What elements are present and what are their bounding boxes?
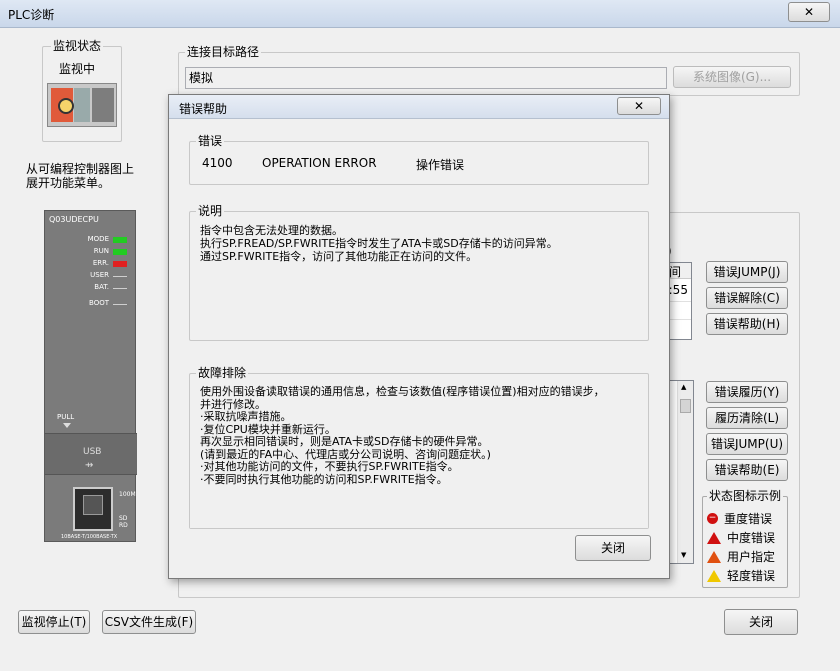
moderate-error-icon xyxy=(707,531,721,544)
led-panel: MODE RUN ERR. USER BAT. BOOT xyxy=(49,235,133,315)
monitor-stop-button[interactable]: 监视停止(T) xyxy=(18,610,90,634)
usb-label: USB xyxy=(83,447,102,457)
connection-path-title: 连接目标路径 xyxy=(185,45,262,59)
legend-item-label: 轻度错误 xyxy=(727,569,776,583)
error-history-button[interactable]: 错误履历(Y) xyxy=(706,381,788,403)
port-bottom-label: 10BASE-T/100BASE-TX xyxy=(61,534,118,540)
connection-path-field: 模拟 xyxy=(185,67,667,89)
error-name: OPERATION ERROR xyxy=(262,156,377,170)
minor-error-icon xyxy=(707,569,721,582)
error-clear-button[interactable]: 错误解除(C) xyxy=(706,287,788,309)
user-specified-icon xyxy=(707,550,721,563)
status-icon-legend: 状态图标示例 − 重度错误中度错误用户指定轻度错误 xyxy=(702,489,788,588)
led-row: RUN xyxy=(49,247,133,257)
window-title: PLC诊断 xyxy=(8,8,55,22)
error-group-title: 错误 xyxy=(196,134,225,148)
description-title: 说明 xyxy=(196,204,225,218)
monitor-status-title: 监视状态 xyxy=(51,39,104,53)
plc-cpu-module[interactable]: Q03UDECPU MODE RUN ERR. USER BAT. BOOT PULL U… xyxy=(44,210,137,542)
dialog-title-bar: 错误帮助 ✕ xyxy=(169,95,669,119)
connection-path-group: 连接目标路径 模拟 系统图像(G)... xyxy=(178,45,800,96)
led-indicator xyxy=(113,249,127,255)
led-row: ERR. xyxy=(49,259,133,269)
magnifier-icon xyxy=(58,98,74,114)
troubleshooting-text: 使用外围设备读取错误的通用信息，检查与该数值(程序错误位置)相对应的错误步， 并进… xyxy=(200,385,644,486)
led-row: BOOT xyxy=(49,299,133,309)
legend-item-label: 重度错误 xyxy=(724,512,773,526)
port-right-bottom-label: SD RD xyxy=(119,515,128,529)
history-scrollbar[interactable]: ▲ ▼ xyxy=(677,381,693,563)
dialog-title: 错误帮助 xyxy=(179,102,228,116)
title-bar: PLC诊断 ✕ xyxy=(0,0,840,28)
troubleshooting-line: ·对其他功能访问的文件，不要执行SP.FWRITE指令。 xyxy=(200,460,459,473)
monitor-status-text: 监视中 xyxy=(59,62,96,76)
led-label: USER xyxy=(90,271,109,279)
major-error-icon: − xyxy=(707,513,718,524)
main-close-button[interactable]: 关闭 xyxy=(724,609,798,635)
legend-item-label: 中度错误 xyxy=(727,531,776,545)
scroll-down-icon[interactable]: ▼ xyxy=(681,551,686,559)
led-label: MODE xyxy=(87,235,109,243)
description-text: 指令中包含无法处理的数据。 执行SP.FREAD/SP.FWRITE指令时发生了A… xyxy=(200,224,640,263)
system-image-button[interactable]: 系统图像(G)... xyxy=(673,66,791,88)
description-line: 执行SP.FREAD/SP.FWRITE指令时发生了ATA卡或SD存储卡的访问异… xyxy=(200,237,558,250)
window-close-button[interactable]: ✕ xyxy=(788,2,830,22)
led-indicator xyxy=(113,288,127,289)
plc-model-label: Q03UDECPU xyxy=(49,215,99,224)
dialog-close-x-button[interactable]: ✕ xyxy=(617,97,661,115)
monitor-status-icon[interactable] xyxy=(47,83,117,127)
error-help-history-button[interactable]: 错误帮助(E) xyxy=(706,459,788,481)
led-label: ERR. xyxy=(92,259,109,267)
dialog-close-button[interactable]: 关闭 xyxy=(575,535,651,561)
led-row: BAT. xyxy=(49,283,133,293)
error-name-cn: 操作错误 xyxy=(416,158,465,172)
history-clear-button[interactable]: 履历清除(L) xyxy=(706,407,788,429)
led-label: BAT. xyxy=(94,283,109,291)
troubleshooting-text-box: 使用外围设备读取错误的通用信息，检查与该数值(程序错误位置)相对应的错误步， 并进… xyxy=(190,385,648,528)
led-indicator xyxy=(113,276,127,277)
port-right-top-label: 100M xyxy=(119,491,136,498)
legend-item: − 重度错误 xyxy=(707,509,787,528)
led-indicator xyxy=(113,261,127,267)
description-line: 指令中包含无法处理的数据。 xyxy=(200,224,343,237)
ethernet-port xyxy=(73,487,113,531)
legend-title: 状态图标示例 xyxy=(707,489,784,503)
error-jump-history-button[interactable]: 错误JUMP(U) xyxy=(706,433,788,455)
led-indicator xyxy=(113,237,127,243)
led-indicator xyxy=(113,304,127,305)
legend-item-label: 用户指定 xyxy=(727,550,776,564)
led-label: BOOT xyxy=(89,299,109,307)
troubleshooting-line: ·采取抗噪声措施。 xyxy=(200,410,292,423)
scroll-up-icon[interactable]: ▲ xyxy=(681,383,686,391)
led-label: RUN xyxy=(93,247,109,255)
legend-item: 中度错误 xyxy=(707,528,787,547)
troubleshooting-group: 故障排除 使用外围设备读取错误的通用信息，检查与该数值(程序错误位置)相对应的错… xyxy=(189,366,649,529)
troubleshooting-line: 再次显示相同错误时，则是ATA卡或SD存储卡的硬件异常。 xyxy=(200,435,489,448)
error-code-group: 错误 4100 OPERATION ERROR 操作错误 xyxy=(189,134,649,185)
usb-icon: ⇸ xyxy=(85,460,94,471)
legend-item: 轻度错误 xyxy=(707,566,787,585)
led-row: USER xyxy=(49,271,133,281)
legend-item: 用户指定 xyxy=(707,547,787,566)
troubleshooting-title: 故障排除 xyxy=(196,366,249,380)
plc-hint-text: 从可编程控制器图上展开功能菜单。 xyxy=(26,162,135,190)
error-jump-button[interactable]: 错误JUMP(J) xyxy=(706,261,788,283)
description-group: 说明 指令中包含无法处理的数据。 执行SP.FREAD/SP.FWRITE指令时发… xyxy=(189,204,649,341)
description-line: 通过SP.FWRITE指令，访问了其他功能正在访问的文件。 xyxy=(200,250,478,263)
troubleshooting-line: ·不要同时执行其他功能的访问和SP.FWRITE指令。 xyxy=(200,472,448,486)
led-row: MODE xyxy=(49,235,133,245)
csv-file-button[interactable]: CSV文件生成(F) xyxy=(102,610,196,634)
pull-label: PULL xyxy=(57,413,75,421)
error-code: 4100 xyxy=(202,156,233,170)
troubleshooting-line: 使用外围设备读取错误的通用信息，检查与该数值(程序错误位置)相对应的错误步， xyxy=(200,385,605,398)
monitor-status-group: 监视状态 监视中 xyxy=(42,39,122,142)
error-help-button[interactable]: 错误帮助(H) xyxy=(706,313,788,335)
error-help-dialog: 错误帮助 ✕ 错误 4100 OPERATION ERROR 操作错误 说明 指… xyxy=(168,94,670,579)
